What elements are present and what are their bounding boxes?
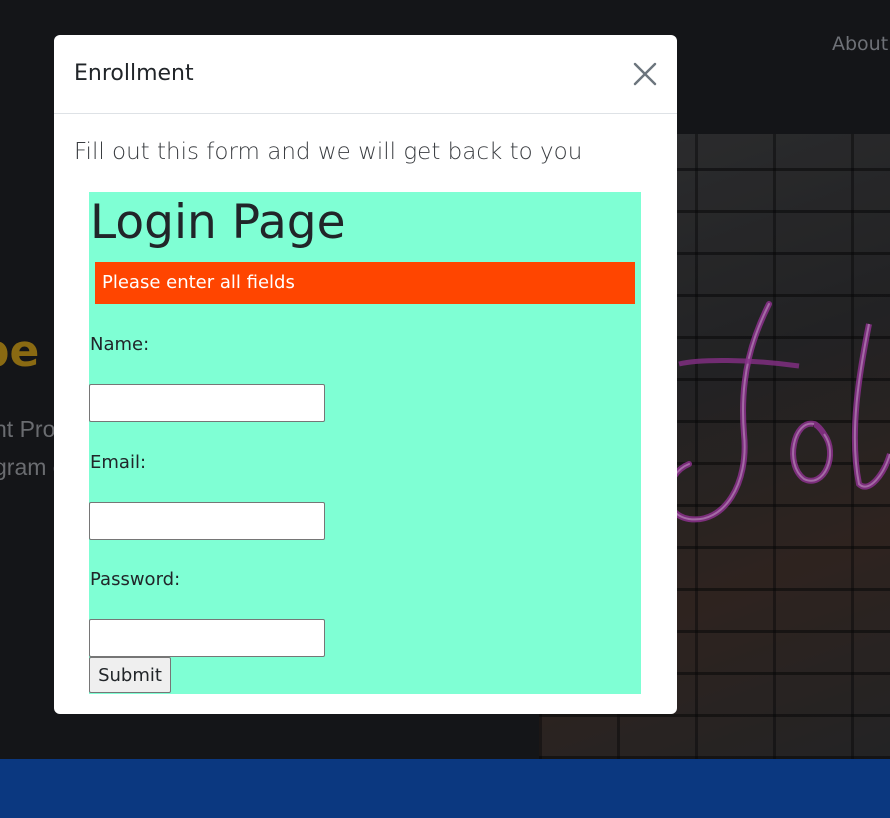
modal-header: Enrollment	[54, 35, 677, 114]
close-button[interactable]	[632, 61, 658, 87]
email-field[interactable]	[89, 502, 325, 540]
enrollment-modal: Enrollment Fill out this form and we wil…	[54, 35, 677, 714]
name-field[interactable]	[89, 384, 325, 422]
hero-heading: pe	[0, 326, 40, 377]
close-icon	[633, 62, 657, 86]
login-form: Login Page Please enter all fields Name:…	[89, 192, 641, 694]
footer-band	[0, 759, 890, 818]
email-label: Email:	[90, 452, 147, 473]
password-field[interactable]	[89, 619, 325, 657]
nav-about-link[interactable]: About	[832, 33, 888, 55]
submit-button[interactable]: Submit	[89, 657, 171, 693]
modal-title: Enrollment	[74, 61, 194, 86]
modal-lead-text: Fill out this form and we will get back …	[74, 139, 583, 165]
hero-text-line: nt Pro	[0, 416, 56, 442]
password-label: Password:	[90, 569, 181, 590]
login-heading: Login Page	[90, 195, 346, 250]
name-label: Name:	[90, 334, 150, 355]
error-alert: Please enter all fields	[95, 262, 635, 304]
